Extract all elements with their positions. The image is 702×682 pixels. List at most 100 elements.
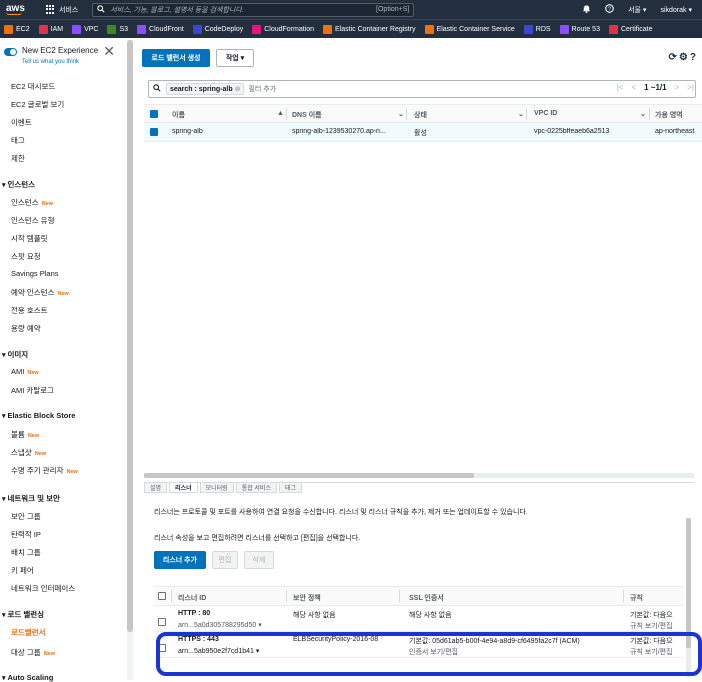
favorite-iam[interactable]: IAM [38, 24, 63, 34]
sort-icon[interactable]: ⌄ [398, 110, 404, 118]
prev-page-icon[interactable]: < [631, 83, 636, 92]
sort-icon[interactable]: ⌄ [640, 110, 646, 118]
sort-icon[interactable]: ⌄ [518, 110, 524, 118]
sidebar-item-snapshots[interactable]: 스냅샷 New [11, 447, 46, 458]
service-icon [523, 24, 533, 34]
column-header-name[interactable]: 이름 [172, 110, 185, 120]
favorite-cloudfront[interactable]: CloudFront [137, 24, 184, 34]
bell-icon[interactable] [582, 4, 591, 15]
close-icon[interactable]: ⊗ [235, 86, 241, 93]
listener-arn[interactable]: arn...5a0d305788295d50 ▾ [178, 621, 262, 629]
services-menu-button[interactable]: 서비스 [46, 5, 78, 15]
sidebar-item-amis[interactable]: AMI New [11, 367, 39, 376]
tab-description[interactable]: 설명 [144, 483, 168, 493]
sidebar-item-global-view[interactable]: EC2 글로벌 보기 [11, 99, 64, 110]
tab-integrated-services[interactable]: 통합 서비스 [235, 483, 277, 493]
sidebar-item-key-pairs[interactable]: 키 페어 [11, 565, 34, 576]
add-listener-button[interactable]: 리스너 추가 [154, 551, 206, 569]
sidebar-section-instances[interactable]: 인스턴스 [2, 179, 35, 190]
column-header-az[interactable]: 가용 영역 [655, 110, 683, 120]
new-badge: New [41, 201, 53, 207]
global-search-input[interactable]: 서비스, 기능, 블로그, 설명서 등을 검색합니다. [Option+S] [92, 2, 415, 17]
sidebar-item-security-groups[interactable]: 보안 그룹 [11, 511, 41, 522]
sidebar: New EC2 Experience Tell us what you thin… [0, 38, 125, 682]
select-all-checkbox[interactable] [158, 592, 166, 600]
sidebar-item-reserved-instances[interactable]: 예약 인스턴스 New [11, 287, 69, 298]
favorite-elastic-container-service[interactable]: Elastic Container Service [424, 24, 515, 34]
sidebar-item-tags[interactable]: 태그 [11, 135, 25, 146]
horizontal-scrollbar[interactable] [144, 473, 694, 478]
column-header-vpc[interactable]: VPC ID [534, 110, 557, 117]
new-experience-toggle[interactable] [4, 48, 17, 56]
sidebar-item-events[interactable]: 이벤트 [11, 117, 32, 128]
sidebar-item-elastic-ips[interactable]: 탄력적 IP [11, 529, 41, 540]
favorite-route-53[interactable]: Route 53 [559, 24, 600, 34]
sidebar-item-limits[interactable]: 제한 [11, 153, 25, 164]
account-menu[interactable]: sikdorak ▾ [660, 6, 692, 14]
view-rules-link[interactable]: 규칙 보기/편집 [630, 621, 673, 631]
favorite-label: Elastic Container Service [436, 25, 515, 33]
tab-tags[interactable]: 태그 [278, 483, 303, 493]
delete-button[interactable]: 삭제 [244, 551, 274, 569]
sidebar-item-dedicated-hosts[interactable]: 전용 호스트 [11, 305, 48, 316]
sort-icon[interactable]: ▲ [277, 110, 284, 117]
favorite-vpc[interactable]: VPC [72, 24, 98, 34]
sidebar-item-capacity-reservations[interactable]: 용량 예약 [11, 323, 41, 334]
favorite-rds[interactable]: RDS [523, 24, 551, 34]
region-selector[interactable]: 서울 ▾ [628, 5, 646, 15]
sidebar-item-instances[interactable]: 인스턴스 New [11, 197, 53, 208]
sidebar-item-placement-groups[interactable]: 배치 그룹 [11, 547, 41, 558]
sidebar-scrollbar[interactable] [127, 40, 133, 680]
select-all-checkbox[interactable] [150, 110, 158, 118]
first-page-icon[interactable]: |< [617, 83, 624, 92]
table-row[interactable]: HTTP : 80 arn...5a0d305788295d50 ▾ 해당 사항… [154, 606, 684, 632]
sidebar-section-images[interactable]: 이미지 [2, 349, 28, 360]
close-icon[interactable]: ✕ [103, 44, 115, 58]
column-header-dns[interactable]: DNS 이름 [292, 110, 322, 120]
favorite-codedeploy[interactable]: CodeDeploy [192, 24, 243, 34]
sidebar-section-load-balancing[interactable]: 로드 밸런싱 [2, 609, 44, 620]
help-icon[interactable]: ? [605, 4, 614, 15]
sidebar-item-savings-plans[interactable]: Savings Plans [11, 269, 59, 278]
favorite-label: RDS [535, 25, 551, 33]
sidebar-item-instance-types[interactable]: 인스턴스 유형 [11, 215, 54, 226]
sidebar-item-lifecycle-manager[interactable]: 수명 주기 관리자 New [11, 465, 78, 476]
tab-listeners[interactable]: 리스너 [169, 483, 198, 493]
sidebar-item-ami-catalog[interactable]: AMI 카탈로그 [11, 385, 54, 396]
sidebar-item-network-interfaces[interactable]: 네트워크 인터페이스 [11, 583, 75, 594]
sidebar-item-dashboard[interactable]: EC2 대시보드 [11, 81, 55, 92]
favorite-elastic-container-registry[interactable]: Elastic Container Registry [323, 24, 416, 34]
last-page-icon[interactable]: >| [687, 83, 694, 92]
refresh-icon[interactable]: ⟳ [669, 52, 677, 63]
table-row[interactable]: spring-alb spring-alb-1239530270.ap-n...… [144, 123, 702, 142]
column-header-security-policy: 보안 정책 [293, 595, 321, 602]
edit-button[interactable]: 편집 [212, 551, 238, 569]
row-checkbox[interactable] [158, 618, 166, 626]
help-icon[interactable]: ? [690, 52, 696, 63]
create-load-balancer-button[interactable]: 로드 밸런서 생성 [142, 49, 210, 67]
sidebar-item-target-groups[interactable]: 대상 그룹 New [11, 647, 55, 658]
sidebar-section-network[interactable]: 네트워크 및 보안 [2, 493, 59, 504]
row-checkbox[interactable] [150, 128, 158, 136]
favorite-s3[interactable]: S3 [107, 24, 128, 34]
tab-monitoring[interactable]: 모니터링 [199, 483, 234, 493]
favorite-certificate[interactable]: Certificate [608, 24, 652, 34]
service-icon [137, 24, 147, 34]
sidebar-item-volumes[interactable]: 볼륨 New [11, 429, 39, 440]
gear-icon[interactable]: ⚙ [679, 52, 688, 63]
favorite-cloudformation[interactable]: CloudFormation [252, 24, 314, 34]
column-header-state[interactable]: 상태 [414, 110, 427, 120]
favorite-ec2[interactable]: EC2 [4, 24, 30, 34]
feedback-link[interactable]: Tell us what you think [22, 57, 98, 67]
region-label: 서울 [628, 6, 641, 14]
filter-chip[interactable]: search : spring-alb ⊗ [166, 83, 245, 95]
sidebar-item-load-balancers[interactable]: 로드밸런서 [11, 627, 46, 638]
sidebar-item-spot-requests[interactable]: 스팟 요청 [11, 251, 41, 262]
sidebar-section-ebs[interactable]: Elastic Block Store [2, 411, 75, 420]
actions-dropdown-button[interactable]: 작업 ▾ [216, 49, 254, 67]
aws-logo[interactable]: aws [6, 4, 30, 15]
sidebar-section-auto-scaling[interactable]: Auto Scaling [2, 673, 53, 682]
next-page-icon[interactable]: > [675, 83, 680, 92]
sidebar-item-launch-templates[interactable]: 시작 템플릿 [11, 233, 48, 244]
filter-bar[interactable]: search : spring-alb ⊗ 필터 추가 [148, 80, 696, 98]
